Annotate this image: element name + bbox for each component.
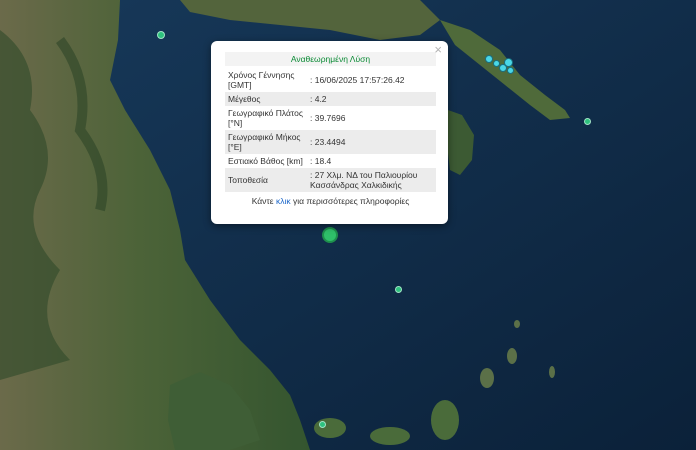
label-magnitude: Μέγεθος xyxy=(225,92,307,106)
island xyxy=(514,320,520,328)
value-depth: : 18.4 xyxy=(310,156,332,166)
more-info-text: Κάντε κλικ για περισσότερες πληροφορίες xyxy=(225,196,436,206)
table-row: Γεωγραφικό Μήκος [°E] : 23.4494 xyxy=(225,130,436,154)
selected-earthquake-marker[interactable] xyxy=(322,227,338,243)
island xyxy=(480,368,494,388)
label-location: Τοποθεσία xyxy=(225,168,307,192)
table-row: Τοποθεσία : 27 Χλμ. ΝΔ του Παλιουρίου Κα… xyxy=(225,168,436,192)
table-row: Εστιακό Βάθος [km] : 18.4 xyxy=(225,154,436,168)
close-icon[interactable]: × xyxy=(434,43,442,57)
earthquake-details-table: Χρόνος Γέννησης [GMT] : 16/06/2025 17:57… xyxy=(225,68,436,192)
value-origin-time: : 16/06/2025 17:57:26.42 xyxy=(310,75,405,85)
earthquake-marker[interactable] xyxy=(157,31,165,39)
label-longitude: Γεωγραφικό Μήκος [°E] xyxy=(225,130,307,154)
more-info-link[interactable]: κλικ xyxy=(276,196,291,206)
earthquake-marker[interactable] xyxy=(584,118,591,125)
label-origin-time: Χρόνος Γέννησης [GMT] xyxy=(228,70,295,90)
value-latitude: : 39.7696 xyxy=(310,113,346,123)
island xyxy=(549,366,555,378)
more-info-suffix: για περισσότερες πληροφορίες xyxy=(290,196,410,206)
earthquake-marker[interactable] xyxy=(485,55,493,63)
table-row: Χρόνος Γέννησης [GMT] : 16/06/2025 17:57… xyxy=(225,68,436,92)
value-magnitude: : 4.2 xyxy=(307,92,436,106)
earthquake-info-popup: × Αναθεωρημένη Λύση Χρόνος Γέννησης [GMT… xyxy=(211,41,448,224)
island xyxy=(431,400,459,440)
table-row: Μέγεθος : 4.2 xyxy=(225,92,436,106)
earthquake-marker[interactable] xyxy=(395,286,402,293)
value-location: : 27 Χλμ. ΝΔ του Παλιουρίου Κασσάνδρας Χ… xyxy=(307,168,436,192)
label-depth: Εστιακό Βάθος [km] xyxy=(228,156,303,166)
island xyxy=(370,427,410,445)
table-row: Γεωγραφικό Πλάτος [°N] : 39.7696 xyxy=(225,106,436,130)
value-longitude: : 23.4494 xyxy=(307,130,436,154)
more-info-prefix: Κάντε xyxy=(251,196,276,206)
earthquake-marker[interactable] xyxy=(507,67,514,74)
island xyxy=(507,348,517,364)
earthquake-marker[interactable] xyxy=(504,58,513,67)
popup-title: Αναθεωρημένη Λύση xyxy=(225,52,436,66)
earthquake-marker[interactable] xyxy=(319,421,326,428)
label-latitude: Γεωγραφικό Πλάτος [°N] xyxy=(228,108,303,128)
island xyxy=(314,418,346,438)
